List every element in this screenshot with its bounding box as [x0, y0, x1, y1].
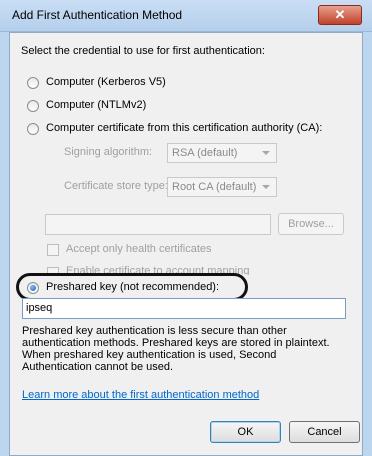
certificate-radio[interactable] — [27, 123, 39, 135]
ntlm-radio[interactable] — [27, 100, 39, 112]
signing-algorithm-value: RSA (default) — [172, 147, 238, 159]
preshared-label[interactable]: Preshared key (not recommended): — [46, 281, 219, 293]
ca-name-input[interactable] — [45, 214, 271, 235]
dialog-body: Select the credential to use for first a… — [9, 32, 363, 456]
preshared-warning: Preshared key authentication is less sec… — [22, 325, 330, 373]
warning-line: When preshared key authentication is use… — [22, 349, 277, 361]
warning-line: authentication methods. Preshared keys a… — [22, 337, 330, 349]
certificate-label[interactable]: Computer certificate from this certifica… — [46, 122, 322, 134]
chevron-down-icon — [262, 151, 270, 155]
signing-algorithm-label: Signing algorithm: — [64, 146, 153, 158]
instruction-text: Select the credential to use for first a… — [21, 45, 265, 57]
browse-button[interactable]: Browse... — [278, 213, 344, 235]
kerberos-label[interactable]: Computer (Kerberos V5) — [46, 76, 166, 88]
certificate-store-select[interactable]: Root CA (default) — [167, 177, 277, 197]
certificate-store-label: Certificate store type: — [64, 180, 168, 192]
learn-more-link[interactable]: Learn more about the first authenticatio… — [22, 389, 259, 401]
kerberos-radio[interactable] — [27, 77, 39, 89]
chevron-down-icon — [262, 185, 270, 189]
preshared-key-value: ipseq — [26, 302, 53, 314]
preshared-radio[interactable] — [27, 282, 39, 294]
dialog-title: Add First Authentication Method — [12, 8, 183, 22]
cancel-button[interactable]: Cancel — [289, 421, 360, 443]
ntlm-label[interactable]: Computer (NTLMv2) — [46, 99, 146, 111]
preshared-key-input[interactable]: ipseq — [22, 298, 346, 319]
certificate-store-value: Root CA (default) — [172, 181, 257, 193]
warning-line: Authentication cannot be used. — [22, 361, 174, 373]
dialog-window: Add First Authentication Method ✕ Select… — [0, 0, 372, 456]
warning-line: Preshared key authentication is less sec… — [22, 325, 287, 337]
title-bar: Add First Authentication Method ✕ — [0, 0, 372, 32]
health-certificates-checkbox[interactable] — [47, 244, 59, 256]
health-certificates-label[interactable]: Accept only health certificates — [66, 243, 212, 255]
ok-button[interactable]: OK — [210, 421, 281, 443]
close-button[interactable]: ✕ — [318, 5, 362, 25]
signing-algorithm-select[interactable]: RSA (default) — [167, 143, 277, 163]
